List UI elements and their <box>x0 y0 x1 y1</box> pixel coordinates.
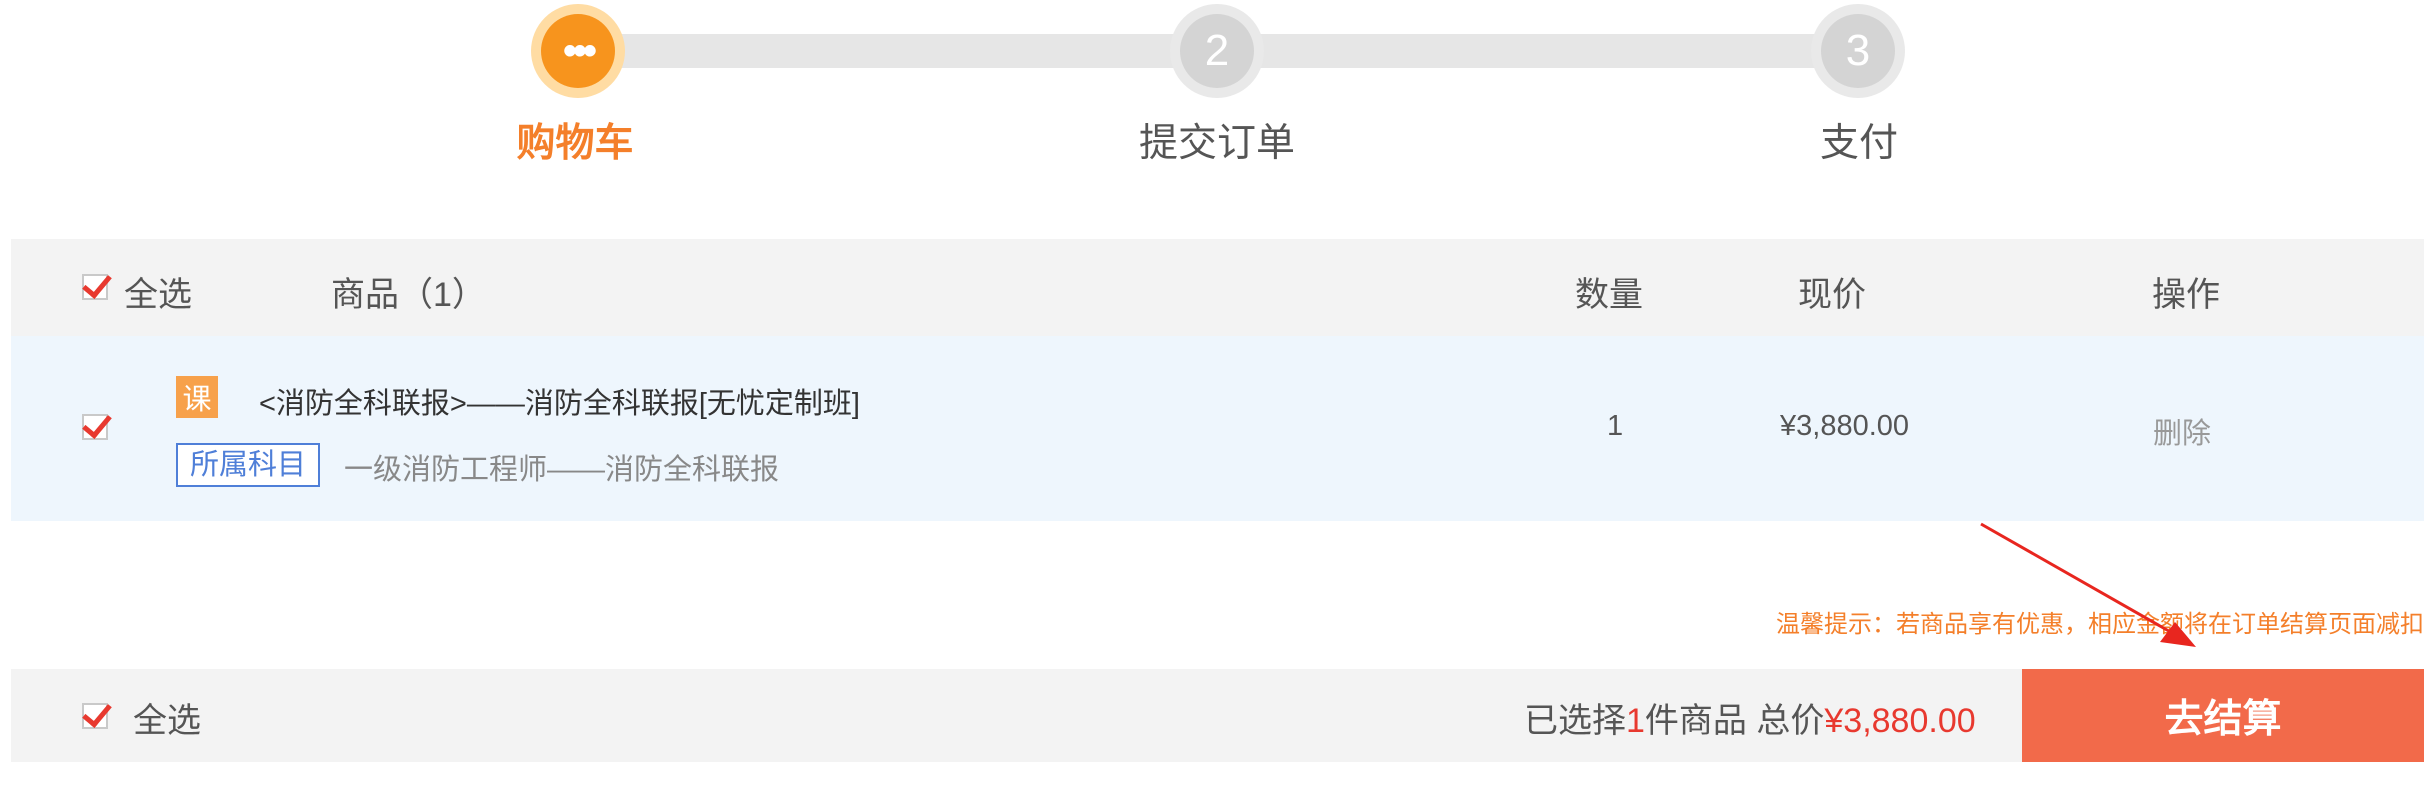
step-1-indicator: ••• <box>531 4 625 98</box>
column-price: 现价 <box>1798 276 1866 314</box>
selected-suffix: 件商品 总价 <box>1644 702 1825 740</box>
item-checkbox[interactable] <box>82 414 108 440</box>
column-action: 操作 <box>2152 276 2220 314</box>
step-3-label: 支付 <box>1819 122 1899 165</box>
footer-select-all-checkbox[interactable] <box>82 703 108 729</box>
cart-item-row: 课 <消防全科联报>——消防全科联报[无忧定制班] 所属科目 一级消防工程师——… <box>11 336 2424 521</box>
step-2-label: 提交订单 <box>1138 122 1296 165</box>
step-3-indicator: 3 <box>1811 4 1905 98</box>
cart-footer: 全选 已选择1件商品 总价¥3,880.00 去结算 <box>11 669 2424 762</box>
product-subject: 一级消防工程师——消防全科联报 <box>344 454 780 486</box>
selected-prefix: 已选择 <box>1524 702 1626 740</box>
select-all-checkbox[interactable] <box>82 274 108 300</box>
item-price: ¥3,880.00 <box>1780 410 1910 442</box>
step-2-indicator: 2 <box>1170 4 1264 98</box>
discount-tip: 温馨提示：若商品享有优惠，相应金额将在订单结算页面减扣 <box>1776 611 2424 638</box>
footer-select-all-label[interactable]: 全选 <box>133 693 201 742</box>
step-1-label: 购物车 <box>516 122 634 165</box>
item-quantity: 1 <box>1607 410 1624 442</box>
cart-table-header: 全选 商品（1） 数量 现价 操作 <box>11 239 2424 336</box>
selection-summary: 已选择1件商品 总价¥3,880.00 <box>1524 693 1976 742</box>
product-title[interactable]: <消防全科联报>——消防全科联报[无忧定制班] <box>259 380 860 422</box>
step-3-number: 3 <box>1821 14 1895 88</box>
course-tag: 课 <box>176 376 218 418</box>
subject-tag: 所属科目 <box>176 443 321 487</box>
column-product: 商品（1） <box>331 276 486 314</box>
total-price: ¥3,880.00 <box>1824 702 1976 740</box>
select-all-label[interactable]: 全选 <box>124 267 192 316</box>
checkout-button[interactable]: 去结算 <box>2022 669 2424 762</box>
step-2-number: 2 <box>1180 14 1254 88</box>
selected-count: 1 <box>1626 702 1645 740</box>
column-quantity: 数量 <box>1575 276 1643 314</box>
delete-button[interactable]: 删除 <box>2153 410 2211 452</box>
more-dots-icon: ••• <box>541 14 615 88</box>
